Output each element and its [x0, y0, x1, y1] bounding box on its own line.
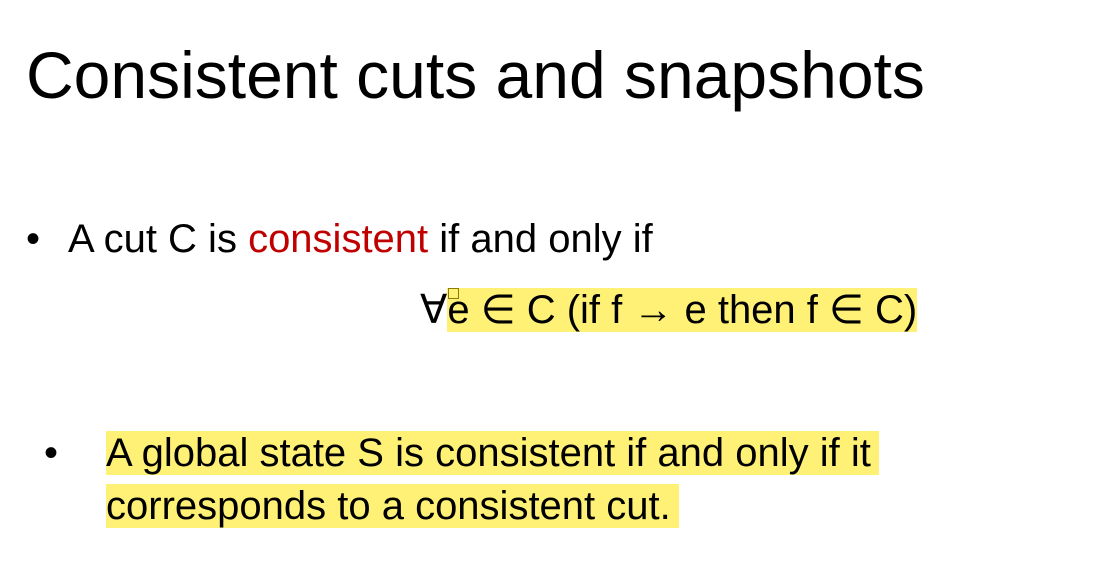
annotation-marker-icon[interactable] [448, 288, 459, 299]
global-state-highlighted-text: A global state S is consistent if and on… [106, 431, 879, 528]
bullet-global-state: • A global state S is consistent if and … [44, 427, 1074, 533]
bullet-text-prefix: A cut C is [68, 217, 249, 261]
global-state-text: A global state S is consistent if and on… [106, 427, 1066, 533]
forall-symbol: ∀ [420, 288, 448, 332]
bullet-marker: • [44, 431, 59, 475]
slide-title: Consistent cuts and snapshots [26, 38, 925, 112]
consistency-formula: ∀ e ∈ C (if f → e then f ∈ C) [420, 284, 918, 336]
formula-body: e ∈ C (if f → e then f ∈ C) [447, 288, 918, 332]
bullet-cut-definition: • A cut C is consistent if and only if [26, 213, 653, 265]
bullet-marker: • [26, 217, 41, 261]
consistent-keyword: consistent [248, 217, 429, 261]
bullet-text-suffix: if and only if [428, 217, 653, 261]
